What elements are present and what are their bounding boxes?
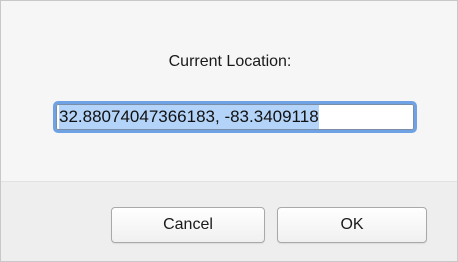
current-location-label: Current Location: — [168, 53, 292, 70]
ok-button[interactable]: OK — [277, 207, 427, 243]
location-input[interactable]: 32.88074047366183, -83.3409118 — [53, 101, 417, 133]
location-dialog: Current Location: 32.88074047366183, -83… — [0, 0, 458, 262]
location-input-value: 32.88074047366183, -83.3409118 — [59, 105, 319, 129]
cancel-button[interactable]: Cancel — [111, 207, 265, 243]
dialog-content-area — [1, 1, 457, 181]
